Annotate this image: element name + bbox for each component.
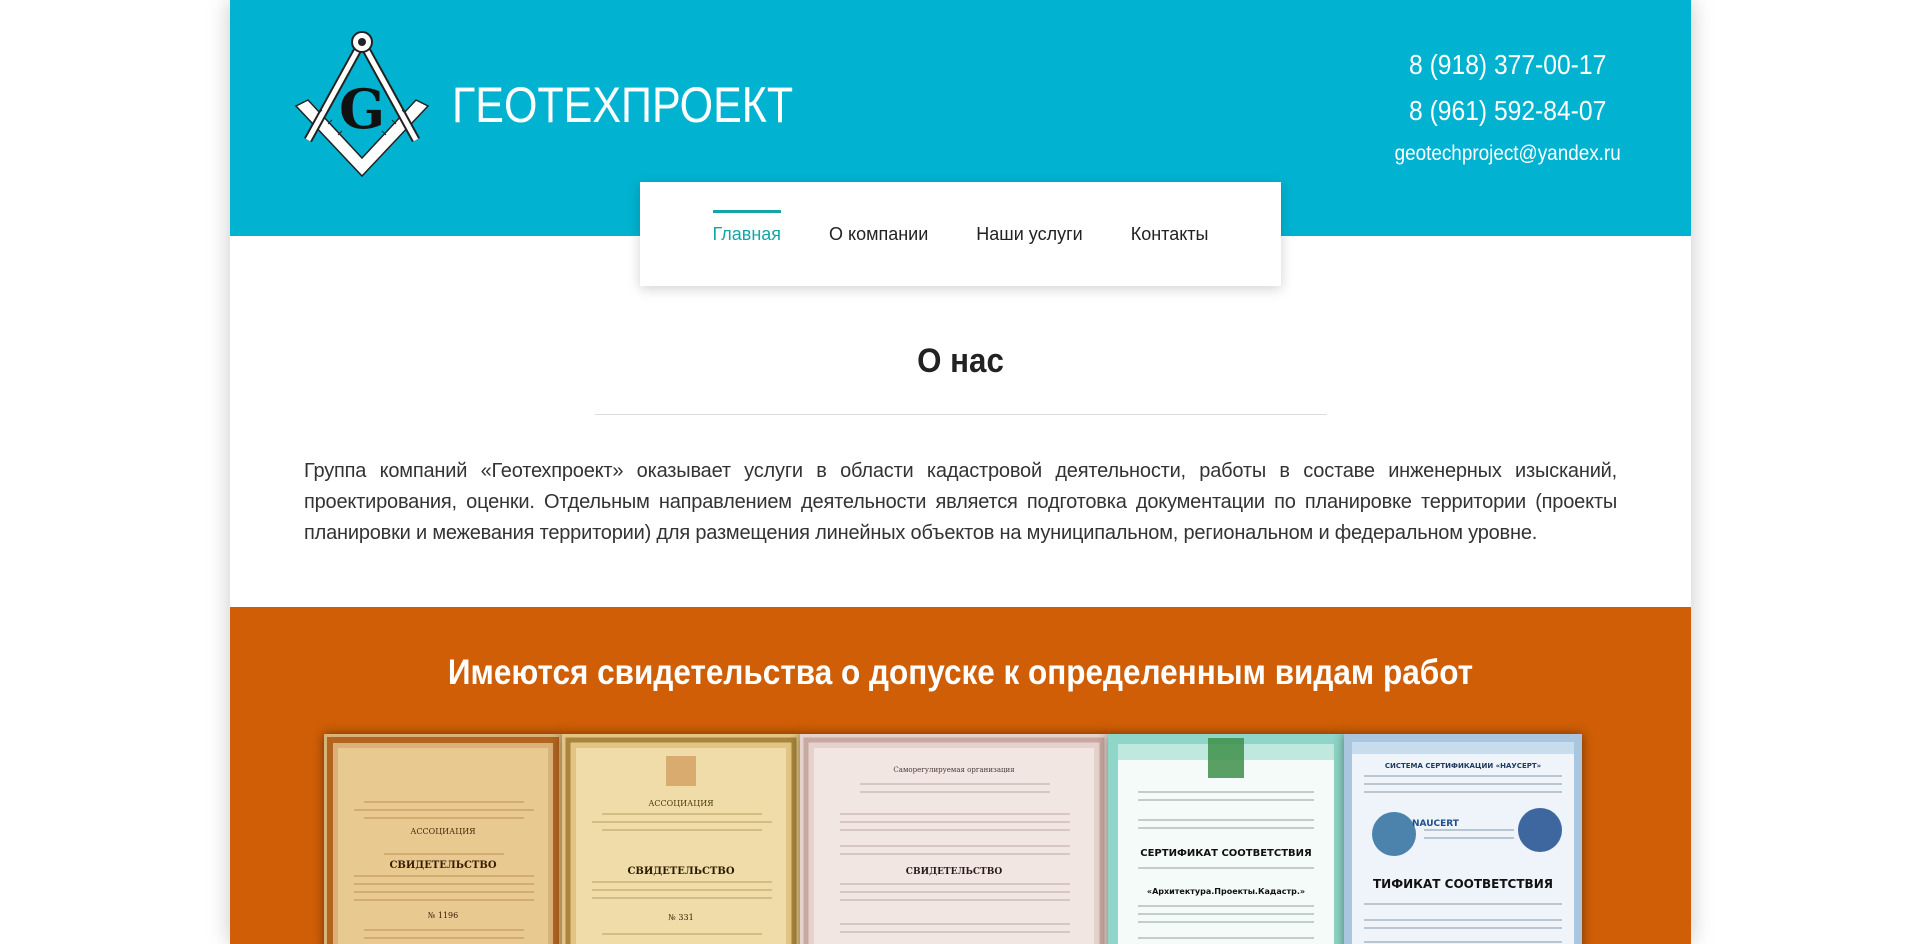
about-divider — [595, 414, 1327, 415]
contact-block: 8 (918) 377-00-17 8 (961) 592-84-07 geot… — [1382, 42, 1633, 174]
certificate-5[interactable]: СИСТЕМА СЕРТИФИКАЦИИ «НАУСЕРТ» NAUCERT Т… — [1344, 734, 1582, 944]
certificate-4[interactable]: СЕРТИФИКАТ СООТВЕТСТВИЯ «Архитектура.Про… — [1108, 734, 1344, 944]
nav-item-services[interactable]: Наши услуги — [952, 222, 1106, 246]
svg-text:№ 331: № 331 — [668, 913, 693, 922]
certificate-3[interactable]: Саморегулируемая организация СВИДЕТЕЛЬСТ… — [800, 734, 1108, 944]
certificate-icon: СИСТЕМА СЕРТИФИКАЦИИ «НАУСЕРТ» NAUCERT Т… — [1344, 734, 1582, 944]
svg-text:СВИДЕТЕЛЬСТВО: СВИДЕТЕЛЬСТВО — [389, 860, 496, 871]
page-container: G ГЕОТЕХПРОЕКТ 8 (918) 377-00-17 8 (961)… — [230, 0, 1691, 944]
svg-text:АССОЦИАЦИЯ: АССОЦИАЦИЯ — [648, 799, 714, 808]
brand-name: ГЕОТЕХПРОЕКТ — [452, 77, 794, 133]
nav-item-home[interactable]: Главная — [689, 210, 806, 246]
nav-item-contacts[interactable]: Контакты — [1107, 222, 1233, 246]
svg-text:NAUCERT: NAUCERT — [1412, 819, 1460, 829]
svg-text:Саморегулируемая организация: Саморегулируемая организация — [893, 766, 1015, 774]
phone-2[interactable]: 8 (961) 592-84-07 — [1397, 88, 1618, 134]
compass-square-icon: G — [294, 31, 430, 178]
logo-letter: G — [339, 77, 385, 141]
svg-text:№ 1196: № 1196 — [428, 911, 458, 920]
svg-text:СВИДЕТЕЛЬСТВО: СВИДЕТЕЛЬСТВО — [627, 866, 734, 877]
certificate-icon: АССОЦИАЦИЯ СВИДЕТЕЛЬСТВО № 331 — [562, 734, 800, 944]
svg-text:СВИДЕТЕЛЬСТВО: СВИДЕТЕЛЬСТВО — [906, 867, 1003, 877]
certificate-1[interactable]: АССОЦИАЦИЯ СВИДЕТЕЛЬСТВО № 1196 — [324, 734, 562, 944]
certificate-icon: Саморегулируемая организация СВИДЕТЕЛЬСТ… — [800, 734, 1108, 944]
svg-text:ТИФИКАТ СООТВЕТСТВИЯ: ТИФИКАТ СООТВЕТСТВИЯ — [1373, 877, 1553, 891]
certificate-icon: АССОЦИАЦИЯ СВИДЕТЕЛЬСТВО № 1196 — [324, 734, 562, 944]
main-nav: Главная О компании Наши услуги Контакты — [640, 182, 1281, 286]
nav-item-about[interactable]: О компании — [805, 222, 952, 246]
certificate-2[interactable]: АССОЦИАЦИЯ СВИДЕТЕЛЬСТВО № 331 — [562, 734, 800, 944]
email-link[interactable]: geotechproject@yandex.ru — [1394, 134, 1620, 174]
certificate-icon: СЕРТИФИКАТ СООТВЕТСТВИЯ «Архитектура.Про… — [1108, 734, 1344, 944]
site-logo[interactable]: G ГЕОТЕХПРОЕКТ — [288, 28, 849, 182]
svg-text:АССОЦИАЦИЯ: АССОЦИАЦИЯ — [410, 827, 476, 836]
svg-text:СЕРТИФИКАТ СООТВЕТСТВИЯ: СЕРТИФИКАТ СООТВЕТСТВИЯ — [1140, 848, 1311, 859]
svg-text:СИСТЕМА СЕРТИФИКАЦИИ «НАУСЕРТ»: СИСТЕМА СЕРТИФИКАЦИИ «НАУСЕРТ» — [1385, 762, 1541, 770]
about-text: Группа компаний «Геотехпроект» оказывает… — [304, 460, 1617, 544]
svg-text:«Архитектура.Проекты.Кадастр.»: «Архитектура.Проекты.Кадастр.» — [1147, 887, 1305, 896]
phone-1[interactable]: 8 (918) 377-00-17 — [1397, 42, 1618, 88]
about-title: О нас — [917, 342, 1004, 380]
certificates-gallery: АССОЦИАЦИЯ СВИДЕТЕЛЬСТВО № 1196 АССОЦИАЦ… — [324, 734, 1598, 944]
certificates-title: Имеются свидетельства о допуске к опреде… — [447, 653, 1474, 692]
